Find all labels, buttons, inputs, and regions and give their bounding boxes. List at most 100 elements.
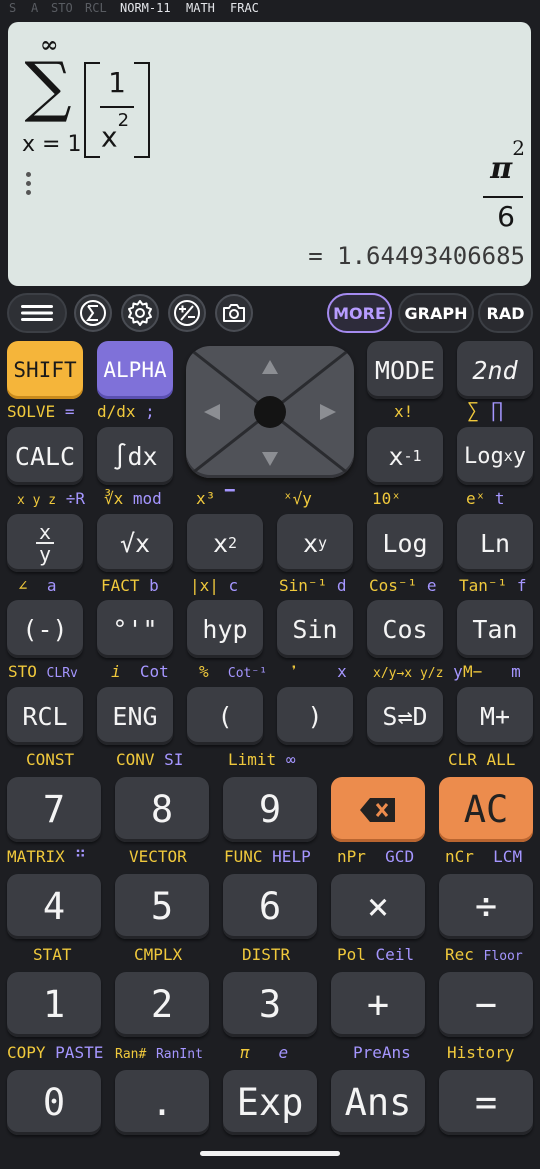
minus-key[interactable]: − xyxy=(439,972,533,1037)
right-arrow-icon[interactable] xyxy=(320,404,336,420)
menu-icon xyxy=(21,305,53,321)
menu-button[interactable] xyxy=(7,293,67,333)
plus-minus-button[interactable] xyxy=(168,294,206,332)
s-to-d-key[interactable]: S⇌D xyxy=(367,687,443,745)
preans-label: PreAns xyxy=(353,1043,411,1062)
ac-key[interactable]: AC xyxy=(439,777,533,842)
divide-key[interactable]: ÷ xyxy=(439,874,533,939)
clr-all-label: CLR ALL xyxy=(448,750,516,769)
direction-pad[interactable] xyxy=(186,346,354,478)
multiply-key[interactable]: × xyxy=(331,874,425,939)
home-indicator[interactable] xyxy=(200,1151,340,1156)
plus-key[interactable]: + xyxy=(331,972,425,1037)
open-paren-key[interactable]: ( xyxy=(187,687,263,745)
log-key[interactable]: Log xyxy=(367,514,443,572)
close-paren-key[interactable]: ) xyxy=(277,687,353,745)
ran-label: Ran# RanInt xyxy=(115,1047,203,1062)
factorial-label: x! xyxy=(394,402,414,421)
sigma-pi-label: ∑ ∏ xyxy=(467,398,504,422)
mode-key[interactable]: MODE xyxy=(367,341,443,399)
xyz-label: x y z ÷R xyxy=(17,489,86,508)
digit-0-key[interactable]: 0 xyxy=(7,1070,101,1135)
denominator-exponent: 2 xyxy=(117,110,130,131)
digit-4-key[interactable]: 4 xyxy=(7,874,101,939)
input-numerator: 1 xyxy=(108,66,126,99)
angle-mode-button[interactable]: RAD xyxy=(478,293,533,333)
sum-button[interactable] xyxy=(74,294,112,332)
m-plus-key[interactable]: M+ xyxy=(457,687,533,745)
sqrt-key[interactable]: √x xyxy=(97,514,173,572)
sin-key[interactable]: Sin xyxy=(277,600,353,658)
decimal-point-key[interactable]: . xyxy=(115,1070,209,1135)
camera-button[interactable] xyxy=(215,294,253,332)
result-numerator: π2 xyxy=(490,136,525,186)
backspace-key[interactable] xyxy=(331,777,425,842)
sto-label: STO CLRv xyxy=(8,662,78,681)
result-fraction-bar xyxy=(483,196,523,198)
equals-key[interactable]: = xyxy=(439,1070,533,1135)
right-bracket xyxy=(134,62,150,158)
result-decimal: = 1.64493406685 xyxy=(308,242,525,270)
digit-6-key[interactable]: 6 xyxy=(223,874,317,939)
logxy-key[interactable]: Log x y xyxy=(457,427,533,485)
indicator-shift: S xyxy=(9,1,17,15)
rec-floor-label: Rec Floor xyxy=(445,945,523,964)
settings-button[interactable] xyxy=(121,294,159,332)
matrix-label: MATRIX ⠛ xyxy=(7,847,87,866)
digit-2-key[interactable]: 2 xyxy=(115,972,209,1037)
input-fraction-bar xyxy=(100,106,134,108)
digit-7-key[interactable]: 7 xyxy=(7,777,101,842)
npr-gcd-label: nPr GCD xyxy=(337,847,415,866)
pol-ceil-label: Pol Ceil xyxy=(337,945,415,964)
abs-label: |x| c xyxy=(190,576,239,595)
fact-label: FACT b xyxy=(101,576,159,595)
sum-icon xyxy=(80,300,106,326)
left-arrow-icon[interactable] xyxy=(204,404,220,420)
shift-key[interactable]: SHIFT xyxy=(7,341,83,399)
exp-key[interactable]: Exp xyxy=(223,1070,317,1135)
cmplx-label: CMPLX xyxy=(134,945,183,964)
up-arrow-icon[interactable] xyxy=(262,360,278,374)
digit-9-key[interactable]: 9 xyxy=(223,777,317,842)
tan-key[interactable]: Tan xyxy=(457,600,533,658)
cube-mean-label: x³ ▔ xyxy=(196,489,235,508)
down-arrow-icon[interactable] xyxy=(262,452,278,466)
digit-1-key[interactable]: 1 xyxy=(7,972,101,1037)
dpad-center xyxy=(254,396,286,428)
digit-3-key[interactable]: 3 xyxy=(223,972,317,1037)
summation-expression: ∞ ∑ x = 1 xyxy=(20,32,82,158)
calculator-display[interactable]: ∞ ∑ x = 1 1 x2 π2 6 = 1.64493406685 xyxy=(8,22,531,286)
second-key[interactable]: 2nd xyxy=(457,341,533,399)
ncr-lcm-label: nCr LCM xyxy=(445,847,523,866)
denominator-base: x xyxy=(101,120,118,154)
fraction-key[interactable]: x y xyxy=(7,514,83,572)
x-inverse-key[interactable]: x -1 xyxy=(367,427,443,485)
rcl-key[interactable]: RCL xyxy=(7,687,83,745)
ans-key[interactable]: Ans xyxy=(331,1070,425,1135)
vertical-dots-icon[interactable] xyxy=(26,172,32,199)
settings-icon xyxy=(128,300,152,326)
indicator-sto: STO xyxy=(51,1,73,15)
square-key[interactable]: x2 xyxy=(187,514,263,572)
power-key[interactable]: xy xyxy=(277,514,353,572)
digit-8-key[interactable]: 8 xyxy=(115,777,209,842)
sigma-lower-limit: x = 1 xyxy=(22,132,82,157)
eng-key[interactable]: ENG xyxy=(97,687,173,745)
limit-label: Limit ∞ xyxy=(228,750,296,769)
hyp-key[interactable]: hyp xyxy=(187,600,263,658)
sigma-symbol: ∑ xyxy=(24,48,72,125)
ln-key[interactable]: Ln xyxy=(457,514,533,572)
indicator-frac: FRAC xyxy=(230,1,259,15)
calc-key[interactable]: CALC xyxy=(7,427,83,485)
digit-5-key[interactable]: 5 xyxy=(115,874,209,939)
history-label: History xyxy=(447,1043,515,1062)
cos-key[interactable]: Cos xyxy=(367,600,443,658)
more-button[interactable]: MORE xyxy=(327,293,392,333)
indicator-rcl: RCL xyxy=(85,1,107,15)
degree-key[interactable]: °'" xyxy=(97,600,173,658)
alpha-key[interactable]: ALPHA xyxy=(97,341,173,399)
negative-key[interactable]: (-) xyxy=(7,600,83,658)
graph-button[interactable]: GRAPH xyxy=(398,293,474,333)
integral-key[interactable]: ∫dx xyxy=(97,427,173,485)
vector-label: VECTOR xyxy=(129,847,187,866)
